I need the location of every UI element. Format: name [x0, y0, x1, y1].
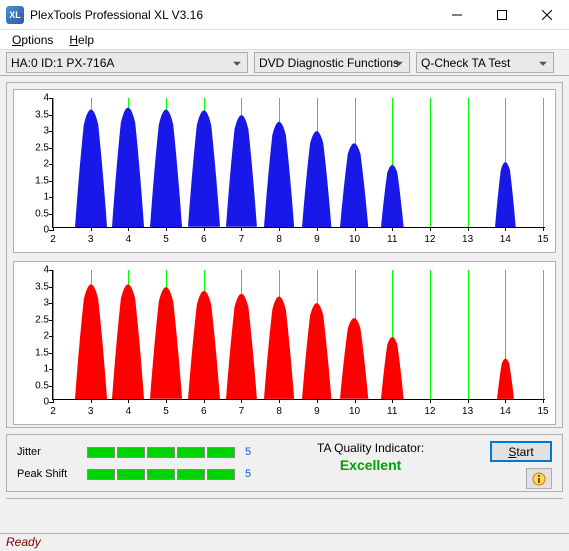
jitter-label: Jitter [17, 446, 81, 458]
footer-panel: Jitter 5 Peak Shift 5 TA Quality Indicat… [6, 434, 563, 492]
minimize-button[interactable] [434, 0, 479, 29]
info-button[interactable] [526, 468, 552, 489]
quality-indicator: TA Quality Indicator: Excellent [317, 441, 424, 473]
menu-options[interactable]: Options [4, 31, 61, 49]
separator [6, 498, 563, 502]
chart-bottom: 00.511.522.533.5423456789101112131415 [13, 261, 556, 425]
peakshift-value: 5 [245, 468, 251, 480]
drive-select[interactable]: HA:0 ID:1 PX-716A [6, 52, 248, 73]
app-icon: XL [6, 6, 24, 24]
jitter-bars [87, 447, 235, 458]
category-select[interactable]: DVD Diagnostic Functions [254, 52, 410, 73]
maximize-button[interactable] [479, 0, 524, 29]
statusbar: Ready [0, 533, 569, 551]
toolbar: HA:0 ID:1 PX-716A DVD Diagnostic Functio… [0, 50, 569, 76]
window-title: PlexTools Professional XL V3.16 [30, 8, 434, 22]
start-button[interactable]: Start [490, 441, 552, 462]
peakshift-row: Peak Shift 5 [17, 468, 251, 480]
jitter-value: 5 [245, 446, 251, 458]
chart-top: 00.511.522.533.5423456789101112131415 [13, 89, 556, 253]
titlebar: XL PlexTools Professional XL V3.16 [0, 0, 569, 30]
chart-panel: 00.511.522.533.5423456789101112131415 00… [6, 82, 563, 428]
peakshift-label: Peak Shift [17, 468, 81, 480]
menu-help[interactable]: Help [61, 31, 102, 49]
test-select[interactable]: Q-Check TA Test [416, 52, 554, 73]
jitter-row: Jitter 5 [17, 446, 251, 458]
info-icon [532, 472, 546, 486]
menubar: Options Help [0, 30, 569, 50]
peakshift-bars [87, 469, 235, 480]
close-button[interactable] [524, 0, 569, 29]
